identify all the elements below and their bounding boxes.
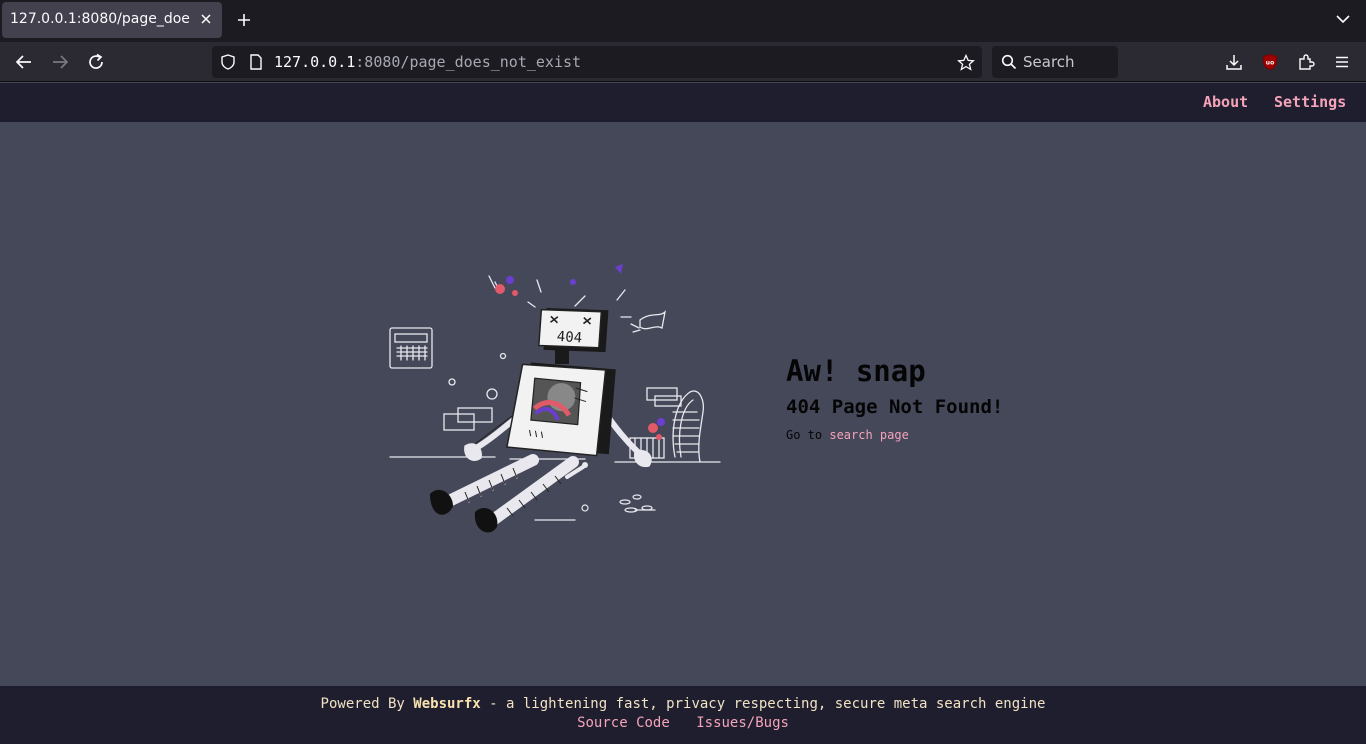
- close-icon[interactable]: [196, 9, 216, 29]
- chevron-down-icon[interactable]: [1334, 10, 1352, 28]
- forward-arrow-icon[interactable]: [47, 50, 73, 74]
- powered-by-label: Powered By: [320, 696, 405, 712]
- download-icon[interactable]: [1224, 52, 1244, 72]
- footer-tagline-line: Powered By Websurfx - a lightening fast,…: [0, 696, 1366, 712]
- go-to-label: Go to: [786, 428, 823, 442]
- menu-icon[interactable]: [1332, 52, 1352, 72]
- url-text: 127.0.0.1:8080/page_does_not_exist: [274, 53, 581, 71]
- navigation-toolbar: 127.0.0.1:8080/page_does_not_exist Searc…: [0, 42, 1366, 82]
- url-path: :8080/page_does_not_exist: [355, 53, 582, 71]
- robot-screen-text: 404: [556, 329, 582, 347]
- search-page-link[interactable]: search page: [829, 428, 908, 442]
- footer-tagline: - a lightening fast, privacy respecting,…: [489, 696, 1046, 712]
- error-title: Aw! snap: [786, 354, 926, 388]
- source-code-link[interactable]: Source Code: [577, 715, 670, 731]
- go-to-line: Go to search page: [786, 428, 1003, 442]
- address-bar[interactable]: 127.0.0.1:8080/page_does_not_exist: [212, 46, 982, 78]
- site-header: About Settings: [0, 83, 1366, 122]
- plus-icon[interactable]: [233, 9, 255, 31]
- reload-icon[interactable]: [83, 50, 109, 74]
- settings-link[interactable]: Settings: [1274, 93, 1346, 111]
- page-icon[interactable]: [248, 54, 264, 70]
- browser-tab[interactable]: 127.0.0.1:8080/page_does_not_exist: [2, 2, 222, 38]
- error-message-box: Aw! snap 404 Page Not Found! Go to searc…: [786, 354, 1003, 442]
- search-box[interactable]: Search: [992, 46, 1118, 78]
- shield-icon[interactable]: [220, 54, 236, 70]
- issues-link[interactable]: Issues/Bugs: [696, 715, 789, 731]
- broken-robot-illustration: 404: [389, 264, 721, 533]
- extensions-icon[interactable]: [1296, 52, 1316, 72]
- footer-links: Source Code Issues/Bugs: [0, 715, 1366, 731]
- brand-name: Websurfx: [413, 696, 481, 712]
- main-content: 404 Aw! snap 404 Page Not Found! Go to s…: [0, 122, 1366, 686]
- tab-strip: 127.0.0.1:8080/page_does_not_exist: [0, 0, 1366, 42]
- svg-text:uo: uo: [1266, 60, 1274, 67]
- search-icon: [1001, 54, 1017, 70]
- error-subtitle: 404 Page Not Found!: [786, 396, 1004, 418]
- search-placeholder: Search: [1023, 53, 1075, 71]
- tab-title: 127.0.0.1:8080/page_does_not_exist: [10, 11, 190, 27]
- site-footer: Powered By Websurfx - a lightening fast,…: [0, 686, 1366, 744]
- back-arrow-icon[interactable]: [11, 50, 37, 74]
- url-host: 127.0.0.1: [274, 53, 356, 71]
- about-link[interactable]: About: [1203, 93, 1248, 111]
- ublock-icon[interactable]: uo: [1260, 52, 1280, 72]
- star-icon[interactable]: [957, 53, 975, 71]
